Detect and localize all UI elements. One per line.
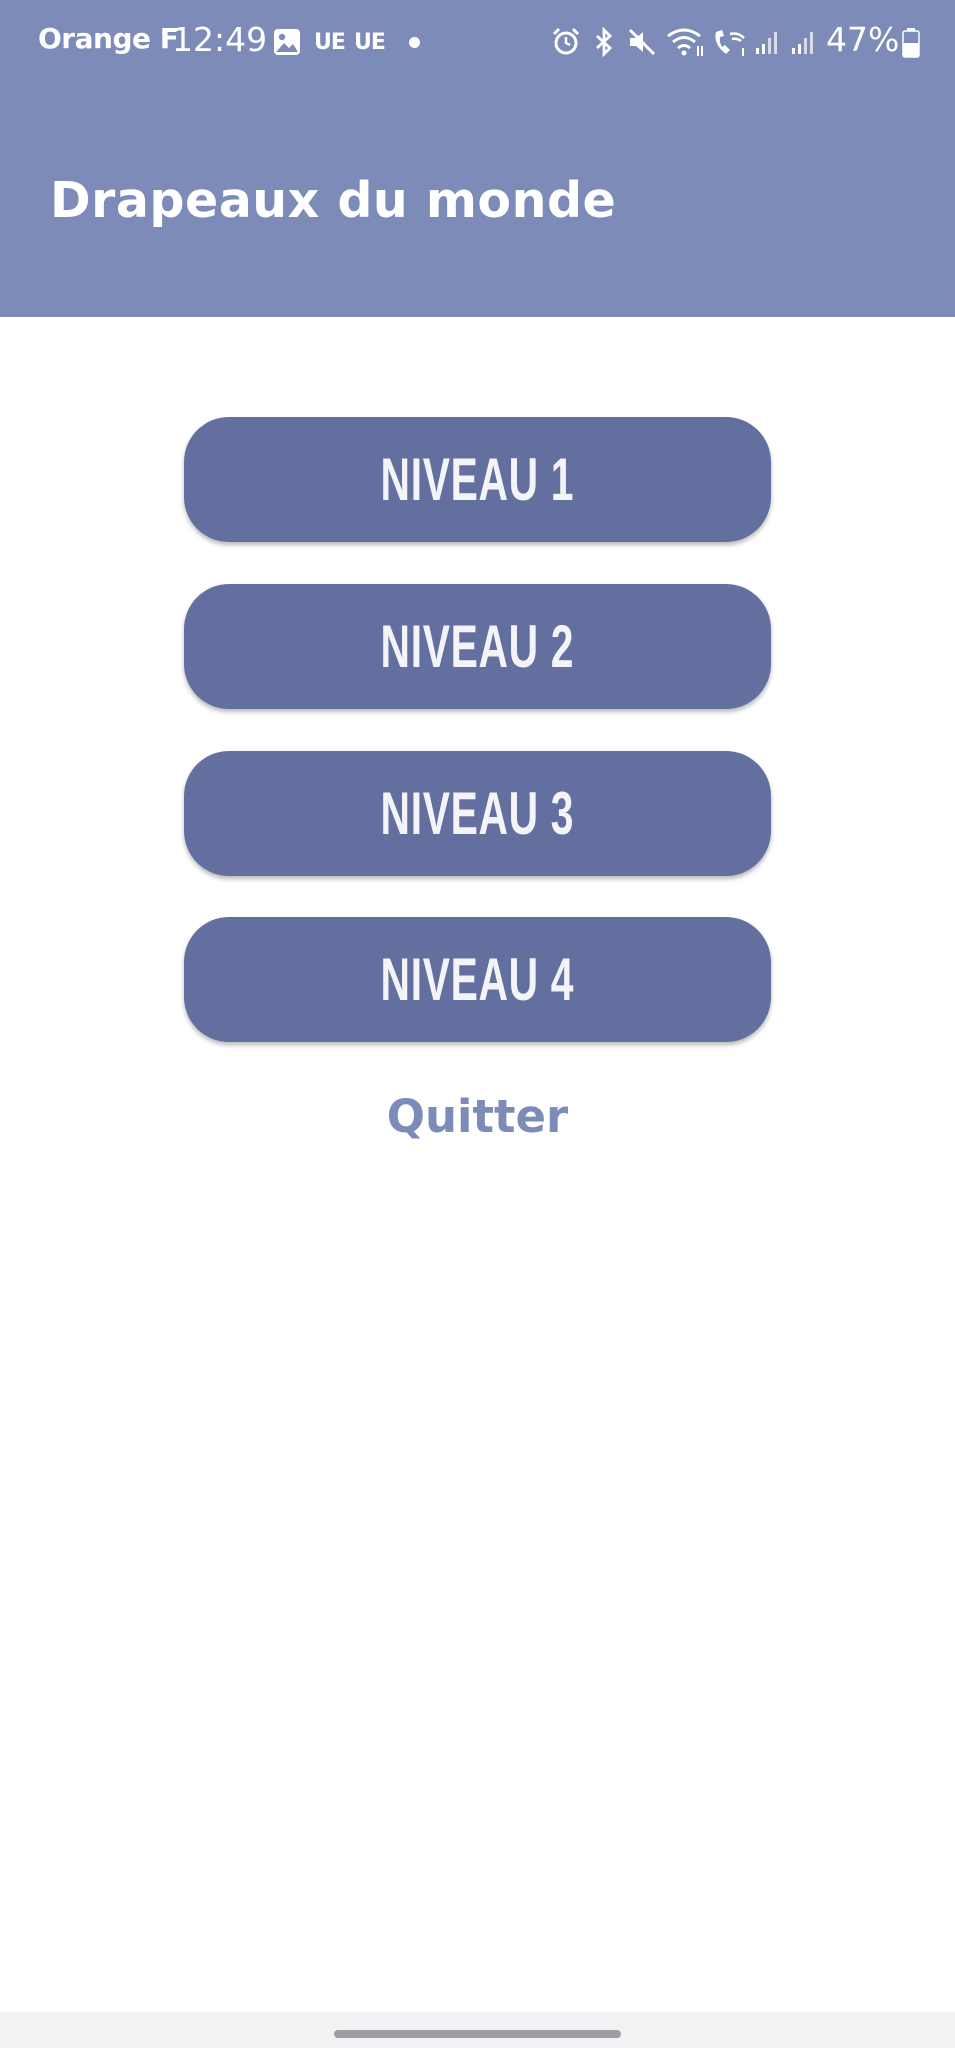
quit-button[interactable]: Quitter <box>0 1090 955 1143</box>
level-1-label: NIVEAU 1 <box>380 446 575 513</box>
image-icon <box>274 29 300 55</box>
level-2-button[interactable]: NIVEAU 2 <box>184 584 771 709</box>
network-type-2: UE <box>354 30 386 55</box>
bluetooth-icon <box>596 26 613 58</box>
level-3-label: NIVEAU 3 <box>380 780 575 847</box>
level-2-label: NIVEAU 2 <box>380 613 575 680</box>
level-4-label: NIVEAU 4 <box>380 946 575 1013</box>
app-bar: Orange F 12:49 UE UE 47% Drapeaux du mon… <box>0 0 955 317</box>
network-type-1: UE <box>314 30 346 55</box>
app-title: Drapeaux du monde <box>50 172 617 229</box>
level-3-button[interactable]: NIVEAU 3 <box>184 751 771 876</box>
signal-icon <box>792 32 813 54</box>
notification-dot <box>409 37 420 48</box>
status-bar: Orange F 12:49 UE UE 47% <box>0 0 955 84</box>
mute-icon <box>628 28 656 56</box>
battery-icon <box>902 28 920 58</box>
battery-percentage: 47% <box>826 20 900 59</box>
home-gesture-handle[interactable] <box>334 2030 621 2038</box>
wifi-icon <box>667 28 703 56</box>
level-4-button[interactable]: NIVEAU 4 <box>184 917 771 1042</box>
alarm-icon <box>552 27 580 55</box>
wifi-call-icon <box>715 30 745 56</box>
carrier-name: Orange F <box>38 22 179 55</box>
signal-icon <box>756 32 777 54</box>
level-1-button[interactable]: NIVEAU 1 <box>184 417 771 542</box>
navigation-bar <box>0 2012 955 2048</box>
clock: 12:49 <box>172 20 268 59</box>
